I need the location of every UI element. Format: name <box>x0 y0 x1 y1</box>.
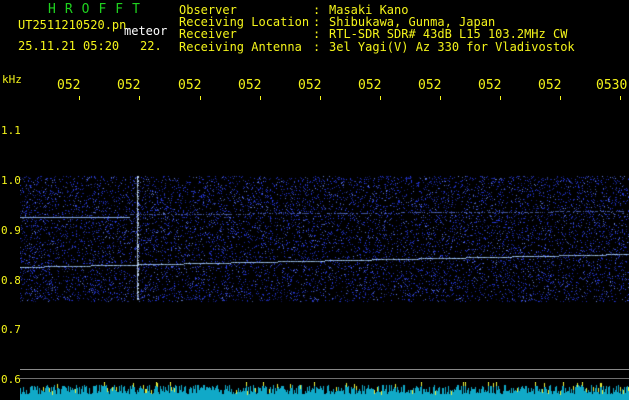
y-axis-unit: kHz <box>2 73 22 86</box>
info-row-receiver: Receiver : RTL-SDR SDR# 43dB L15 103.2MH… <box>179 28 575 40</box>
info-row-antenna: Receiving Antenna : 3el Yagi(V) Az 330 f… <box>179 39 575 54</box>
x-axis-label: 052 <box>298 78 322 93</box>
timestamp-label: 25.11.21 05:20 <box>18 39 120 53</box>
y-axis-label: 1.1 <box>1 124 21 137</box>
separator-line <box>20 378 629 379</box>
x-axis-label: 052 <box>238 78 262 93</box>
frame-number: 22. <box>140 39 162 53</box>
spectrogram-plot <box>20 100 629 370</box>
x-axis-label: 052 <box>538 78 562 93</box>
info-value: RTL-SDR SDR# 43dB L15 103.2MHz CW <box>329 27 568 42</box>
x-axis-label: 052 <box>57 78 81 93</box>
x-axis-label: 052 <box>358 78 382 93</box>
separator-line <box>20 369 629 370</box>
y-axis-label: 0.6 <box>1 373 21 386</box>
signal-level-strip <box>20 382 629 400</box>
filename-label: UT2511210520.pn <box>18 18 127 32</box>
app-title: HROFFT <box>48 2 149 17</box>
x-axis-label: 052 <box>478 78 502 93</box>
info-separator: : <box>313 27 321 42</box>
info-key: Receiver <box>179 27 237 42</box>
info-key: Receiving Antenna <box>179 39 302 54</box>
station-info: Observer : Masaki Kano Receiving Locatio… <box>179 4 575 53</box>
y-axis-label: 0.7 <box>1 323 21 336</box>
x-axis-label: 052 <box>178 78 202 93</box>
y-axis-label: 0.8 <box>1 274 21 287</box>
meteor-label: meteor <box>124 24 168 38</box>
y-axis-label: 1.0 <box>1 174 21 187</box>
x-axis-label: 052 <box>418 78 442 93</box>
x-axis-label: 052 <box>117 78 141 93</box>
info-separator: : <box>313 39 321 54</box>
y-axis-label: 0.9 <box>1 224 21 237</box>
x-axis-label: 0530 <box>596 78 628 93</box>
info-value: 3el Yagi(V) Az 330 for Vladivostok <box>329 39 575 54</box>
